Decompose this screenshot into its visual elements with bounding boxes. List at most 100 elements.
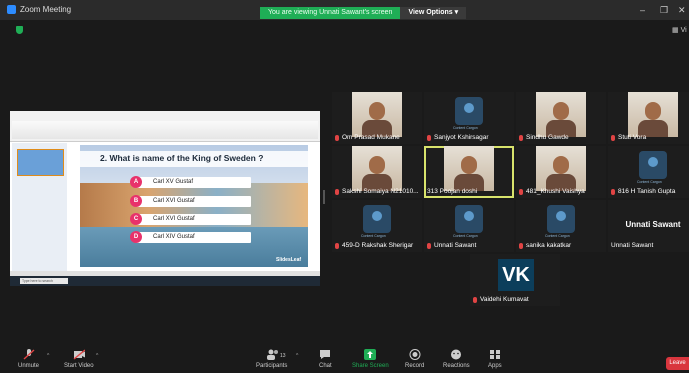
participant-count: 13	[280, 353, 286, 359]
muted-mic-icon	[473, 296, 477, 303]
audio-options-caret[interactable]: ^	[47, 353, 49, 359]
option-text: Carl XVI Gustaf	[153, 198, 195, 204]
muted-mic-icon	[335, 188, 339, 195]
muted-mic-icon	[427, 242, 431, 249]
question-text: 2. What is name of the King of Sweden ?	[100, 153, 264, 163]
record-button[interactable]: Record	[405, 349, 424, 369]
muted-mic-icon	[427, 134, 431, 141]
slide-city-image	[80, 183, 308, 233]
participant-name: 481_Khushi Vaishya	[519, 188, 585, 195]
avatar-label: Content Cargon	[361, 234, 386, 238]
participant-video	[536, 92, 586, 137]
chat-icon	[319, 349, 331, 360]
view-button[interactable]: ▦ Vi	[672, 26, 687, 34]
reactions-icon	[450, 349, 462, 360]
participant-name: 313 Poojan doshi	[427, 188, 478, 195]
muted-mic-icon	[335, 242, 339, 249]
participant-tile-active-speaker[interactable]: 313 Poojan doshi	[424, 146, 514, 198]
windows-taskbar: Type here to search	[10, 276, 320, 286]
participants-button[interactable]: Participants	[256, 349, 287, 369]
view-options-button[interactable]: View Options ▾	[400, 7, 467, 19]
video-options-caret[interactable]: ^	[96, 353, 98, 359]
muted-mic-icon	[519, 134, 523, 141]
participants-options-caret[interactable]: ^	[296, 353, 298, 359]
muted-mic-icon	[519, 242, 523, 249]
muted-mic-icon	[611, 134, 615, 141]
participant-tile[interactable]: Om Prasad Mukane	[332, 92, 422, 144]
participant-tile[interactable]: Content Cargon 459-D Rakshak Sherigar	[332, 200, 422, 252]
participant-avatar	[363, 205, 391, 233]
avatar-label: Content Cargon	[637, 180, 662, 184]
participant-avatar	[639, 151, 667, 179]
minimize-button[interactable]: –	[640, 5, 645, 15]
option-letter: A	[130, 176, 142, 188]
taskbar-search: Type here to search	[20, 278, 68, 284]
slide-thumbnail-pane	[12, 143, 67, 273]
participant-video	[628, 92, 678, 137]
participant-display-name: Unnati Sawant	[625, 220, 681, 229]
chat-button[interactable]: Chat	[319, 349, 332, 369]
participants-icon	[266, 349, 278, 360]
viewing-screen-text: You are viewing Unnati Sawant's screen	[260, 7, 401, 19]
split-divider[interactable]	[323, 190, 325, 204]
option-letter: D	[130, 231, 142, 243]
slide: 2. What is name of the King of Sweden ? …	[80, 145, 308, 267]
participant-tile[interactable]: Content Cargon sanika kakatkar	[516, 200, 606, 252]
participant-tile[interactable]: Sindhu Gawde	[516, 92, 606, 144]
record-icon	[409, 349, 421, 360]
option-text: Carl XV Gustaf	[153, 179, 194, 185]
slide-brand: SlidesLeaf	[276, 257, 302, 263]
participant-name: Sakshi Somaiya N21010...	[335, 188, 419, 195]
participant-video	[352, 146, 402, 191]
participant-name: 816 H Tanish Gupta	[611, 188, 675, 195]
participant-tile[interactable]: Stuti Vora	[608, 92, 689, 144]
option-text: Carl XVI Gustaf	[153, 216, 195, 222]
participant-avatar	[455, 97, 483, 125]
slide-thumbnail	[17, 149, 64, 176]
share-screen-button[interactable]: Share Screen	[352, 349, 389, 369]
reactions-button[interactable]: Reactions	[443, 349, 470, 369]
participant-name: Om Prasad Mukane	[335, 134, 400, 141]
participant-video	[352, 92, 402, 137]
meeting-controls: Unmute Start Video Participants Chat Sha…	[0, 345, 689, 373]
participant-tile[interactable]: Content Cargon Unnati Sawant	[424, 200, 514, 252]
shared-screen[interactable]: 2. What is name of the King of Sweden ? …	[10, 111, 320, 286]
unmute-button[interactable]: Unmute	[18, 349, 39, 369]
ribbon-toolbar	[12, 121, 318, 139]
participant-name: Vaidehi Kumavat	[473, 296, 529, 303]
participant-name: Sindhu Gawde	[519, 134, 569, 141]
leave-button[interactable]: Leave	[666, 357, 689, 370]
participant-tile[interactable]: Sakshi Somaiya N21010...	[332, 146, 422, 198]
participant-tile[interactable]: Content Cargon 816 H Tanish Gupta	[608, 146, 689, 198]
participant-name: Stuti Vora	[611, 134, 646, 141]
participant-initials: VK	[498, 259, 534, 291]
option-c: C Carl XVI Gustaf	[130, 213, 251, 225]
close-button[interactable]: ✕	[678, 5, 686, 16]
view-label: Vi	[680, 27, 687, 34]
apps-icon	[489, 349, 501, 360]
maximize-button[interactable]: ❐	[660, 5, 668, 16]
option-text: Carl XIV Gustaf	[153, 234, 195, 240]
powerpoint-ribbon	[10, 111, 320, 142]
participant-tile[interactable]: Content Cargon Sanjyot Kshirsagar	[424, 92, 514, 144]
apps-button[interactable]: Apps	[488, 349, 502, 369]
screen-share-banner: You are viewing Unnati Sawant's screen V…	[260, 7, 467, 19]
participant-name: 459-D Rakshak Sherigar	[335, 242, 413, 249]
participant-name: Unnati Sawant	[427, 242, 476, 249]
participant-tile[interactable]: Unnati Sawant Unnati Sawant	[608, 200, 689, 252]
muted-mic-icon	[611, 188, 615, 195]
share-screen-icon	[364, 349, 377, 360]
muted-mic-icon	[335, 134, 339, 141]
participant-name: Sanjyot Kshirsagar	[427, 134, 489, 141]
participant-name: Unnati Sawant	[611, 242, 654, 249]
start-video-button[interactable]: Start Video	[64, 349, 94, 369]
participant-name: sanika kakatkar	[519, 242, 571, 249]
participant-tile[interactable]: 481_Khushi Vaishya	[516, 146, 606, 198]
participant-avatar	[547, 205, 575, 233]
muted-mic-icon	[519, 188, 523, 195]
zoom-logo-icon	[7, 5, 16, 14]
participant-tile[interactable]: VK Vaidehi Kumavat	[470, 254, 560, 306]
option-b: B Carl XVI Gustaf	[130, 195, 251, 207]
security-shield-icon[interactable]	[16, 26, 23, 34]
participant-video	[536, 146, 586, 191]
